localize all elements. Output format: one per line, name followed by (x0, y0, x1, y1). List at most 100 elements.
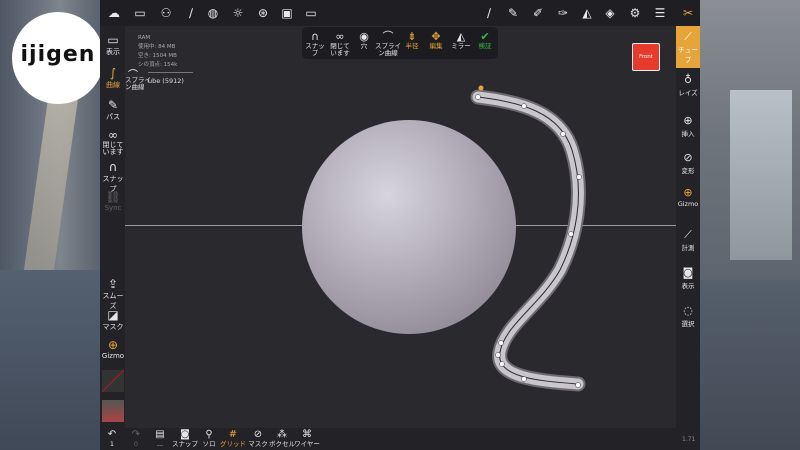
vase-icon: ♁ (683, 73, 693, 86)
curve-icon: ∫ (109, 66, 117, 80)
grid-label: グリッド (220, 440, 246, 448)
link-icon: ⛓ (105, 190, 121, 204)
tube-label: チューブ (678, 46, 698, 64)
display-label: 表示 (106, 48, 120, 56)
sun-icon[interactable]: ☼ (229, 4, 247, 22)
share-icon[interactable]: ⚇ (157, 4, 175, 22)
tools-icon[interactable]: ✂ (679, 4, 697, 22)
tool-closed[interactable]: ∞ 閉じています (328, 30, 352, 57)
settings-icon[interactable]: ⚙ (626, 4, 644, 22)
closed-label: 閉じています (102, 141, 124, 156)
snapshot-label: スナップ (172, 440, 198, 448)
film-icon[interactable]: ⊛ (254, 4, 272, 22)
select-button[interactable]: ◌ 選択 (676, 304, 700, 328)
grid-button[interactable]: # グリッド (220, 429, 246, 448)
tool-hole-label: 穴 (360, 42, 368, 50)
redo-button[interactable]: ↷ 0 (129, 429, 143, 448)
stats-free: 空き: 1504 MB (138, 53, 177, 59)
tool-spline[interactable]: ⌒ スプライン曲線 (375, 30, 401, 57)
smooth-button[interactable]: ⇪ スムーズ (100, 277, 126, 311)
deform-icon: ⊘ (683, 151, 693, 164)
video-icon[interactable]: ▭ (302, 4, 320, 22)
camera-icon: ◙ (682, 266, 694, 279)
path-label: パス (106, 113, 120, 121)
tool-radius[interactable]: ⇟ 半径 (402, 30, 422, 50)
tool-edit[interactable]: ✥ 編集 (426, 30, 446, 50)
tool-snap-label: スナップ (305, 42, 325, 57)
snap-button[interactable]: ∩ スナップ (100, 160, 126, 194)
ijigen-logo: ijigen (12, 12, 104, 104)
material-swatch[interactable] (102, 400, 124, 422)
front-view-button[interactable]: Front (632, 43, 660, 71)
curve-button[interactable]: ∫ 曲線 (100, 66, 126, 90)
mask-button[interactable]: ◪ マスク (100, 308, 126, 332)
voxel-button[interactable]: ⁂ ボクセル (269, 429, 295, 448)
tool-hole[interactable]: ◉ 穴 (354, 30, 374, 50)
select-label: 選択 (681, 320, 695, 328)
cloud-icon[interactable]: ☁ (105, 4, 123, 22)
stats-used: 使用中: 84 MB (138, 44, 176, 50)
path-icon: ✎ (107, 98, 119, 112)
insert-label: 挿入 (681, 130, 695, 138)
tube-icon: ⟋ (684, 30, 692, 43)
gizmo-label-right: Gizmo (677, 200, 699, 208)
sliders-icon[interactable]: ☰ (651, 4, 669, 22)
folder-icon[interactable]: ▭ (131, 4, 149, 22)
layers-icon[interactable]: ◈ (601, 4, 619, 22)
monitor-icon: ▭ (107, 33, 119, 47)
image-icon[interactable]: ▣ (278, 4, 296, 22)
marker-icon[interactable]: ✐ (529, 4, 547, 22)
layers-label: レイズ (678, 89, 698, 97)
mask-icon: ◪ (107, 308, 119, 322)
closed-button[interactable]: ∞ 閉じています (100, 128, 126, 156)
solo-label: ソロ (202, 440, 216, 448)
layers-button[interactable]: ♁ レイズ (676, 73, 700, 97)
select-icon: ◌ (683, 304, 693, 317)
sync-label: Sync (104, 204, 122, 212)
wireframe-button[interactable]: ⌘ ワイヤー (294, 429, 320, 448)
pencil-icon[interactable]: ✎ (504, 4, 522, 22)
mask-toggle-button[interactable]: ⊘ マスク (248, 429, 268, 448)
undo-count: 1 (109, 440, 115, 448)
tool-edit-label: 編集 (429, 42, 443, 50)
tube-object-label[interactable]: ube (5912) (148, 77, 184, 85)
tube-tool-button[interactable]: ⟋ チューブ (676, 30, 700, 64)
stats-panel: RAM 使用中: 84 MB 空き: 1504 MB シの頂点: 154k (138, 34, 177, 70)
globe-icon[interactable]: ◍ (204, 4, 222, 22)
history-button[interactable]: ▤ ... (152, 429, 168, 448)
tool-snap[interactable]: ∩ スナップ (304, 30, 326, 57)
clay-icon[interactable]: ✑ (554, 4, 572, 22)
snapshot-button[interactable]: ◙ スナップ (172, 429, 198, 448)
curve-label: 曲線 (106, 81, 120, 89)
solo-button[interactable]: ⚲ ソロ (201, 429, 217, 448)
path-button[interactable]: ✎ パス (100, 98, 126, 122)
deform-button[interactable]: ⊘ 変形 (676, 151, 700, 175)
measure-label: 計測 (681, 244, 695, 252)
undo-button[interactable]: ↶ 1 (105, 429, 119, 448)
tool-verify-label: 検証 (478, 42, 492, 50)
sync-button[interactable]: ⛓ Sync (100, 190, 126, 212)
insert-button[interactable]: ⊕ 挿入 (676, 114, 700, 138)
mask-toggle-label: マスク (248, 440, 268, 448)
brush-icon[interactable]: ∕ (182, 4, 200, 22)
display-right-button[interactable]: ◙ 表示 (676, 266, 700, 290)
stats-verts: シの頂点: 154k (138, 62, 178, 68)
tool-radius-label: 半径 (405, 42, 419, 50)
gizmo-icon: ⊕ (107, 338, 119, 352)
ruler-icon: ⟋ (684, 228, 692, 241)
pen-icon[interactable]: ∕ (480, 4, 498, 22)
mask-label: マスク (102, 323, 124, 331)
display-button[interactable]: ▭ 表示 (100, 33, 126, 57)
measure-button[interactable]: ⟋ 計測 (676, 228, 700, 252)
tool-mirror[interactable]: ◭ ミラー (450, 30, 472, 50)
triangle-icon[interactable]: ◭ (578, 4, 596, 22)
tool-verify[interactable]: ✔ 検証 (475, 30, 495, 50)
stats-ram: RAM (138, 35, 151, 41)
tool-closed-label: 閉じています (330, 42, 350, 57)
gizmo-button-right[interactable]: ⊕ Gizmo (676, 186, 700, 208)
logo-text: ijigen (20, 42, 96, 67)
display-right-label: 表示 (681, 282, 695, 290)
gizmo-button-left[interactable]: ⊕ Gizmo (100, 338, 126, 360)
color-swatch[interactable] (102, 370, 124, 392)
tool-spline-label: スプライン曲線 (375, 42, 401, 57)
